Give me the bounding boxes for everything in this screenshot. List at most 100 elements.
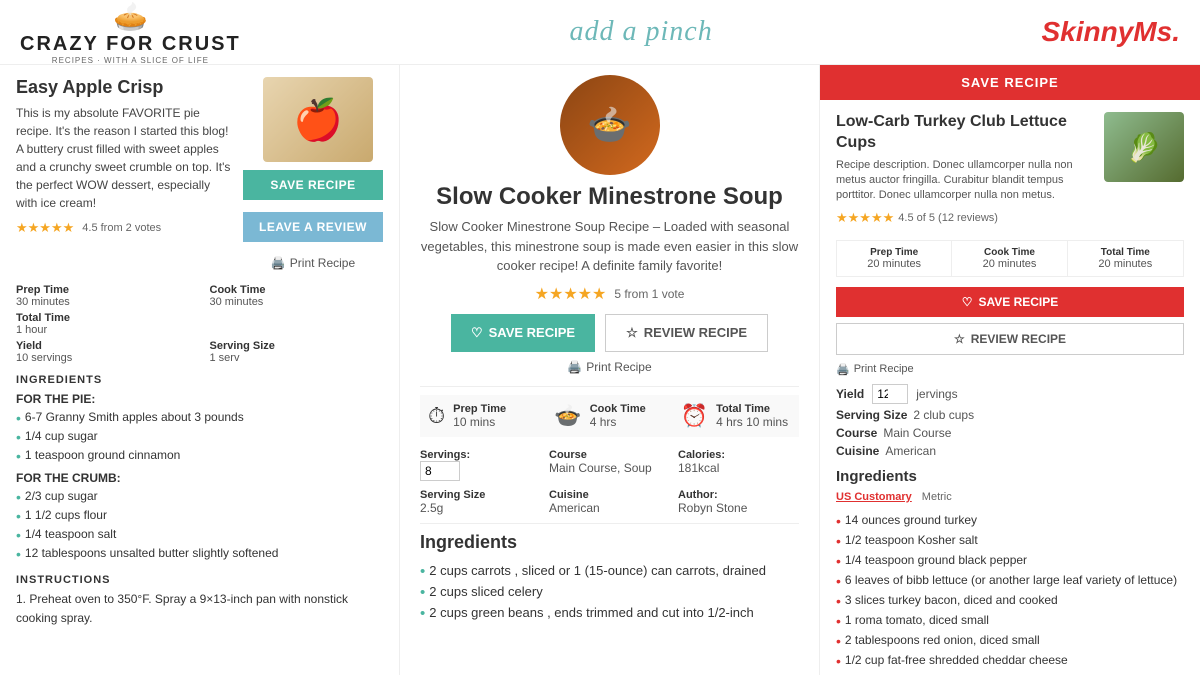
left-meta-grid: Prep Time 30 minutes Cook Time 30 minute… — [16, 284, 383, 364]
right-total-time: Total Time 20 minutes — [1068, 241, 1183, 276]
middle-rating: 5 from 1 vote — [614, 287, 684, 301]
metric-button[interactable]: Metric — [922, 491, 952, 503]
right-serving-label: Serving Size — [836, 408, 907, 422]
right-save-bar[interactable]: SAVE RECIPE — [820, 65, 1200, 100]
middle-stars: ★★★★★ — [535, 284, 607, 304]
right-yield-input[interactable] — [872, 384, 908, 404]
list-item: 2 cups sliced celery — [420, 582, 799, 603]
left-save-button[interactable]: SAVE RECIPE — [243, 170, 383, 200]
list-item: 2 cups carrots , sliced or 1 (15-ounce) … — [420, 561, 799, 582]
middle-meta-row: Servings: Course Main Course, Soup Calor… — [420, 449, 799, 481]
list-item: 2 tablespoons red onion, diced small — [836, 631, 1184, 651]
list-item: 1/2 teaspoon Kosher salt — [836, 531, 1184, 551]
heart-icon: ♡ — [471, 325, 483, 341]
middle-prep-label: Prep Time — [453, 403, 506, 415]
right-rating: 4.5 of 5 (12 reviews) — [898, 212, 998, 224]
list-item: 6-7 Granny Smith apples about 3 pounds — [16, 409, 383, 428]
middle-cuisine-label: Cuisine — [549, 489, 670, 501]
right-review-button[interactable]: ☆ REVIEW RECIPE — [836, 323, 1184, 355]
right-btns: ♡ SAVE RECIPE ☆ REVIEW RECIPE — [836, 287, 1184, 355]
right-save-button[interactable]: ♡ SAVE RECIPE — [836, 287, 1184, 317]
left-recipe-title: Easy Apple Crisp — [16, 77, 233, 98]
right-review-label: REVIEW RECIPE — [971, 332, 1066, 346]
left-review-button[interactable]: LEAVE A REVIEW — [243, 212, 383, 242]
left-stars-row: ★★★★★ 4.5 from 2 votes — [16, 220, 233, 236]
left-print-link[interactable]: 🖨️ Print Recipe — [271, 256, 355, 270]
logo-center[interactable]: add a pinch — [570, 16, 713, 48]
left-instructions-text: 1. Preheat oven to 350°F. Spray a 9×13-i… — [16, 590, 383, 628]
right-ingredients-title: Ingredients — [836, 468, 1184, 485]
left-ingredients-heading: INGREDIENTS — [16, 374, 383, 386]
us-customary-button[interactable]: US Customary — [836, 491, 912, 503]
left-crumb-heading: FOR THE CRUMB: — [16, 471, 383, 485]
middle-serving-size-val: 2.5g — [420, 501, 541, 515]
middle-servings: Servings: — [420, 449, 541, 481]
right-prep-label: Prep Time — [841, 247, 947, 258]
logo-sub: RECIPES · WITH A SLICE OF LIFE — [52, 56, 209, 65]
logo-right[interactable]: SkinnyMs. — [1042, 16, 1180, 48]
middle-stars-row: ★★★★★ 5 from 1 vote — [420, 284, 799, 304]
left-recipe-text: Easy Apple Crisp This is my absolute FAV… — [16, 77, 233, 276]
middle-course-val: Main Course, Soup — [549, 461, 670, 475]
middle-save-label: SAVE RECIPE — [489, 325, 575, 340]
right-total-label: Total Time — [1072, 247, 1179, 258]
middle-recipe-hero: 🍲 — [560, 75, 660, 175]
left-serving-size: Serving Size 1 serv — [210, 340, 384, 364]
middle-prep-time: ⏱ Prep Time 10 mins — [420, 395, 546, 437]
middle-meta-row2: Serving Size 2.5g Cuisine American Autho… — [420, 489, 799, 515]
right-cuisine-row: Cuisine American — [836, 444, 1184, 458]
print-icon: 🖨️ — [271, 256, 286, 270]
list-item: 1/4 teaspoon ground black pepper — [836, 551, 1184, 571]
right-unit-toggle: US Customary Metric — [836, 491, 1184, 503]
left-rating: 4.5 from 2 votes — [82, 222, 161, 234]
right-save-label: SAVE RECIPE — [978, 295, 1058, 309]
middle-course: Course Main Course, Soup — [549, 449, 670, 481]
list-item: 6 leaves of bibb lettuce (or another lar… — [836, 571, 1184, 591]
left-panel: Easy Apple Crisp This is my absolute FAV… — [0, 65, 400, 675]
pot-icon: 🍲 — [554, 403, 581, 429]
left-yield: Yield 10 servings — [16, 340, 190, 364]
left-total-time: Total Time 1 hour — [16, 312, 190, 336]
right-recipe-info: Low-Carb Turkey Club Lettuce Cups Recipe… — [836, 112, 1094, 232]
right-serving-row: Serving Size 2 club cups — [836, 408, 1184, 422]
middle-cook-info: Cook Time 4 hrs — [590, 403, 646, 429]
middle-save-button[interactable]: ♡ SAVE RECIPE — [451, 314, 595, 352]
logo-left[interactable]: 🥧 CRAZY FOR CRUST RECIPES · WITH A SLICE… — [20, 0, 241, 65]
left-crumb-ingredients: 2/3 cup sugar 1 1/2 cups flour 1/4 teasp… — [16, 488, 383, 563]
right-stars: ★★★★★ — [836, 210, 894, 226]
timer-icon: ⏰ — [681, 403, 708, 429]
right-ingredients-list: 14 ounces ground turkey 1/2 teaspoon Kos… — [836, 511, 1184, 675]
middle-cook-label: Cook Time — [590, 403, 646, 415]
right-recipe-image: 🥬 — [1104, 112, 1184, 182]
middle-calories-label: Calories: — [678, 449, 799, 461]
list-item: 1 roma tomato, diced small — [836, 611, 1184, 631]
middle-recipe-desc: Slow Cooker Minestrone Soup Recipe – Loa… — [420, 217, 799, 276]
clock-icon: ⏱ — [428, 403, 445, 429]
logo-title: CRAZY FOR CRUST — [20, 33, 241, 56]
left-pie-ingredients: 6-7 Granny Smith apples about 3 pounds 1… — [16, 409, 383, 465]
right-cuisine-label: Cuisine — [836, 444, 879, 458]
left-pie-heading: FOR THE PIE: — [16, 392, 383, 406]
middle-course-label: Course — [549, 449, 670, 461]
right-prep-time: Prep Time 20 minutes — [837, 241, 952, 276]
right-yield-unit: jervings — [916, 387, 957, 401]
print-icon: 🖨️ — [567, 360, 582, 374]
left-instructions-heading: INSTRUCTIONS — [16, 574, 383, 586]
middle-review-button[interactable]: ☆ REVIEW RECIPE — [605, 314, 768, 352]
right-recipe-desc: Recipe description. Donec ullamcorper nu… — [836, 158, 1094, 204]
servings-input[interactable] — [420, 461, 460, 481]
middle-cook-time: 🍲 Cook Time 4 hrs — [546, 395, 672, 437]
print-icon: 🖨️ — [836, 363, 850, 376]
list-item: 3 slices turkey bacon, diced and cooked — [836, 591, 1184, 611]
list-item: 1 teaspoon ground cinnamon — [16, 447, 383, 466]
right-print-link[interactable]: 🖨️ Print Recipe — [836, 363, 1184, 376]
middle-review-label: REVIEW RECIPE — [644, 325, 747, 340]
list-item: 1/4 teaspoon salt — [16, 526, 383, 545]
list-item: 1/4 cup sugar — [16, 428, 383, 447]
middle-total-label: Total Time — [716, 403, 788, 415]
right-course-row: Course Main Course — [836, 426, 1184, 440]
list-item: 2 cups green beans , ends trimmed and cu… — [420, 603, 799, 624]
right-total-val: 20 minutes — [1072, 258, 1179, 270]
middle-print-link[interactable]: 🖨️ Print Recipe — [420, 360, 799, 374]
middle-servings-label: Servings: — [420, 449, 541, 461]
